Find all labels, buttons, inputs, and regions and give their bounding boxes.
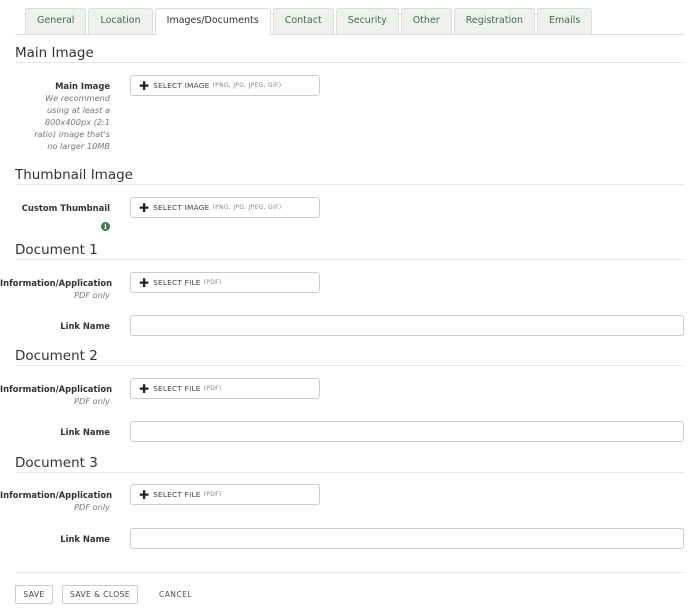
accepted-types: (PDF) [203, 491, 222, 498]
document-1-link-name-input[interactable] [130, 315, 684, 336]
plus-icon: ✚ [139, 275, 150, 290]
main-image-hint-line: no larger 10MB [47, 141, 110, 151]
main-image-hint-line: using at least a [47, 105, 110, 115]
plus-icon: ✚ [139, 487, 150, 502]
select-image-label: SELECT IMAGE [153, 203, 210, 212]
main-image-hint-line: We recommend [44, 93, 110, 103]
document-3-link-name-input[interactable] [130, 528, 684, 549]
main-image-select-button[interactable]: ✚ SELECT IMAGE (PNG, JPG, JPEG, GIF) [130, 75, 320, 96]
plus-icon: ✚ [139, 200, 150, 215]
save-and-close-button[interactable]: SAVE & CLOSE [62, 585, 138, 604]
select-file-label: SELECT FILE [153, 384, 201, 393]
link-name-label: Link Name [60, 321, 110, 331]
section-title-document-2: Document 2 [15, 348, 98, 364]
document-2-label-block: Information/Application PDF only [0, 383, 113, 407]
tab-security[interactable]: Security [335, 8, 399, 34]
info-icon[interactable]: i [101, 222, 110, 231]
select-file-label: SELECT FILE [153, 490, 201, 499]
tab-location[interactable]: Location [88, 8, 153, 34]
cancel-button[interactable]: CANCEL [159, 585, 192, 604]
accepted-types: (PDF) [203, 279, 222, 286]
custom-thumbnail-label: Custom Thumbnail [21, 203, 110, 213]
tab-bar: General Location Images/Documents Contac… [15, 8, 684, 35]
thumbnail-label-block: Custom Thumbnail i [0, 202, 110, 233]
select-file-label: SELECT FILE [153, 278, 201, 287]
accepted-types: (PNG, JPG, JPEG, GIF) [212, 204, 282, 211]
link-name-label: Link Name [60, 534, 110, 544]
information-application-label: Information/Application [0, 384, 113, 394]
section-title-thumbnail: Thumbnail Image [15, 167, 133, 183]
information-application-label: Information/Application [0, 490, 113, 500]
pdf-only-hint: PDF only [74, 502, 110, 512]
tabs: General Location Images/Documents Contac… [25, 8, 594, 35]
main-image-hint-line: ratio) image that's [34, 129, 110, 139]
tab-contact[interactable]: Contact [272, 8, 334, 34]
section-title-document-3: Document 3 [15, 455, 98, 471]
accepted-types: (PNG, JPG, JPEG, GIF) [212, 82, 282, 89]
tab-emails[interactable]: Emails [536, 8, 593, 34]
plus-icon: ✚ [139, 78, 150, 93]
thumbnail-select-button[interactable]: ✚ SELECT IMAGE (PNG, JPG, JPEG, GIF) [130, 197, 320, 218]
document-1-label-block: Information/Application PDF only [0, 277, 113, 301]
section-divider [15, 259, 684, 260]
section-divider [15, 62, 684, 63]
section-divider [15, 365, 684, 366]
tab-registration[interactable]: Registration [453, 8, 535, 34]
document-3-select-file-button[interactable]: ✚ SELECT FILE (PDF) [130, 484, 320, 505]
tab-images-documents[interactable]: Images/Documents [154, 8, 271, 35]
main-image-hint-line: 800x400px (2:1 [44, 117, 110, 127]
tab-other[interactable]: Other [400, 8, 452, 34]
pdf-only-hint: PDF only [74, 396, 110, 406]
save-button[interactable]: SAVE [15, 585, 53, 604]
section-title-document-1: Document 1 [15, 242, 98, 258]
information-application-label: Information/Application [0, 278, 113, 288]
section-divider [15, 472, 684, 473]
main-image-label: Main Image [55, 81, 110, 91]
event-edit-form: General Location Images/Documents Contac… [0, 0, 688, 610]
footer-divider [15, 572, 684, 573]
accepted-types: (PDF) [203, 385, 222, 392]
document-2-select-file-button[interactable]: ✚ SELECT FILE (PDF) [130, 378, 320, 399]
pdf-only-hint: PDF only [74, 290, 110, 300]
select-image-label: SELECT IMAGE [153, 81, 210, 90]
document-3-label-block: Information/Application PDF only [0, 489, 113, 513]
main-image-label-block: Main Image We recommend using at least a… [0, 80, 110, 152]
link-name-label: Link Name [60, 427, 110, 437]
section-divider [15, 184, 684, 185]
document-1-select-file-button[interactable]: ✚ SELECT FILE (PDF) [130, 272, 320, 293]
tab-general[interactable]: General [25, 8, 87, 34]
document-2-link-name-input[interactable] [130, 421, 684, 442]
section-title-main-image: Main Image [15, 45, 94, 61]
plus-icon: ✚ [139, 381, 150, 396]
